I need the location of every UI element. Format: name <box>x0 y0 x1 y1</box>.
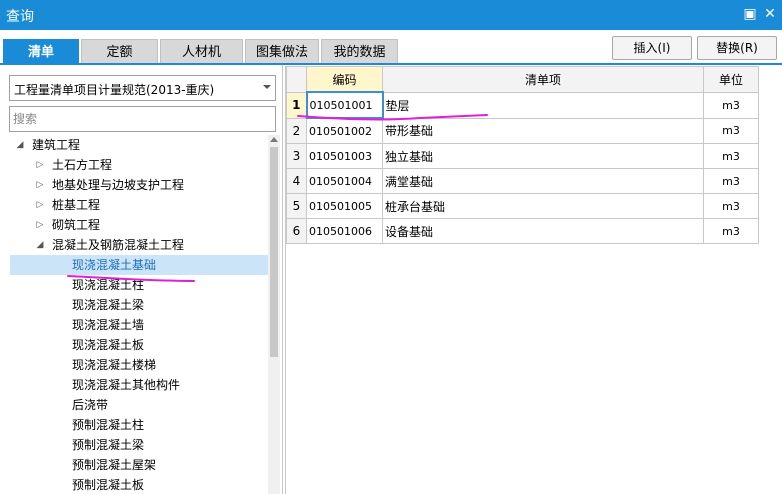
tab-wodeshuju[interactable]: 我的数据 <box>321 39 398 64</box>
tree-node-label: 现浇混凝土基础 <box>72 258 157 272</box>
insert-button[interactable]: 插入(I) <box>612 36 692 60</box>
tree-node[interactable]: 预制混凝土梁 <box>10 435 268 455</box>
code-cell[interactable]: 010501005 <box>306 193 383 219</box>
code-cell[interactable]: 010501003 <box>306 143 383 169</box>
unit-cell[interactable]: m3 <box>703 91 759 119</box>
item-cell[interactable]: 满堂基础 <box>382 168 704 194</box>
unit-cell[interactable]: m3 <box>703 218 759 244</box>
tree-node-label: 土石方工程 <box>52 158 113 172</box>
tree-node[interactable]: ▷ 桩基工程 <box>10 195 268 215</box>
title-bar: 查询 ▣ ✕ <box>0 0 782 30</box>
tree-node-label: 预制混凝土柱 <box>72 418 145 432</box>
collapsed-arrow-icon[interactable]: ▷ <box>35 155 45 175</box>
tree-node[interactable]: ◢ 混凝土及钢筋混凝土工程 <box>10 235 268 255</box>
unit-cell[interactable]: m3 <box>703 117 759 144</box>
item-cell[interactable]: 设备基础 <box>382 218 704 244</box>
table-row[interactable]: 3 010501003 独立基础 m3 <box>286 143 759 169</box>
tree-node[interactable]: 预制混凝土柱 <box>10 415 268 435</box>
results-table: 编码 清单项 单位 1 010501001 垫层 m3 2 010501002 带形基础 m3… <box>286 66 759 244</box>
row-number[interactable]: 5 <box>286 193 307 219</box>
item-column-header[interactable]: 清单项 <box>382 66 704 93</box>
tree-node[interactable]: ◢ 建筑工程 <box>10 135 268 155</box>
tree-node[interactable]: 预制混凝土板 <box>10 475 268 494</box>
table-row[interactable]: 2 010501002 带形基础 m3 <box>286 117 759 144</box>
tab-qingdan[interactable]: 清单 <box>3 39 79 64</box>
tree-node-label: 混凝土及钢筋混凝土工程 <box>52 238 185 252</box>
code-cell[interactable]: 010501001 <box>305 91 384 119</box>
spec-select[interactable]: 工程量清单项目计量规范(2013-重庆) <box>9 75 276 101</box>
table-row[interactable]: 4 010501004 满堂基础 m3 <box>286 168 759 194</box>
results-grid: 编码 清单项 单位 1 010501001 垫层 m3 2 010501002 带形基础 m3… <box>285 66 782 494</box>
code-cell[interactable]: 010501002 <box>306 117 383 144</box>
collapsed-arrow-icon[interactable]: ▷ <box>35 195 45 215</box>
row-number[interactable]: 2 <box>286 117 307 144</box>
table-row[interactable]: 6 010501006 设备基础 m3 <box>286 218 759 244</box>
tree-node[interactable]: 现浇混凝土其他构件 <box>10 375 268 395</box>
code-cell[interactable]: 010501004 <box>306 168 383 194</box>
tree-node-label: 现浇混凝土柱 <box>72 278 145 292</box>
tree-node-label: 地基处理与边坡支护工程 <box>52 178 185 192</box>
unit-cell[interactable]: m3 <box>703 143 759 169</box>
rownum-header <box>286 66 307 93</box>
item-cell[interactable]: 垫层 <box>382 91 704 119</box>
unit-cell[interactable]: m3 <box>703 193 759 219</box>
collapsed-arrow-icon[interactable]: ▷ <box>35 215 45 235</box>
tab-dinge[interactable]: 定额 <box>81 39 158 64</box>
row-number[interactable]: 4 <box>286 168 307 194</box>
tree-node[interactable]: 预制混凝土屋架 <box>10 455 268 475</box>
close-icon[interactable]: ✕ <box>760 4 780 24</box>
tree-node[interactable]: 现浇混凝土柱 <box>10 275 268 295</box>
table-row[interactable]: 5 010501005 桩承台基础 m3 <box>286 193 759 219</box>
header-row: 编码 清单项 单位 <box>286 66 759 93</box>
search-input[interactable] <box>9 106 276 132</box>
tree-node[interactable]: 现浇混凝土板 <box>10 335 268 355</box>
chevron-down-icon <box>263 85 271 89</box>
category-tree: ◢ 建筑工程 ▷ 土石方工程 ▷ 地基处理与边坡支护工程 ▷ 桩基工程 ▷ 砌筑工程 ◢ 混凝土及钢筋… <box>0 135 268 494</box>
restore-icon[interactable]: ▣ <box>740 4 760 24</box>
tree-node[interactable]: 后浇带 <box>10 395 268 415</box>
row-number[interactable]: 6 <box>286 218 307 244</box>
tree-node-label: 现浇混凝土其他构件 <box>72 378 181 392</box>
row-number[interactable]: 1 <box>286 91 307 119</box>
tree-node-label: 后浇带 <box>72 398 109 412</box>
tree-node[interactable]: 现浇混凝土梁 <box>10 295 268 315</box>
collapsed-arrow-icon[interactable]: ▷ <box>35 175 45 195</box>
tree-node[interactable]: 现浇混凝土楼梯 <box>10 355 268 375</box>
scroll-up-icon[interactable] <box>270 137 278 142</box>
expanded-arrow-icon[interactable]: ◢ <box>35 235 45 255</box>
tree-node[interactable]: ▷ 砌筑工程 <box>10 215 268 235</box>
tree-node-label: 现浇混凝土梁 <box>72 298 145 312</box>
expanded-arrow-icon[interactable]: ◢ <box>15 135 25 155</box>
tree-node-label: 现浇混凝土板 <box>72 338 145 352</box>
tree-node-label: 预制混凝土屋架 <box>72 458 157 472</box>
scrollbar-thumb[interactable] <box>270 147 278 357</box>
tree-node[interactable]: ▷ 地基处理与边坡支护工程 <box>10 175 268 195</box>
row-number[interactable]: 3 <box>286 143 307 169</box>
tree-node-label: 桩基工程 <box>52 198 101 212</box>
tree-node-label: 现浇混凝土墙 <box>72 318 145 332</box>
tab-rencaiji[interactable]: 人材机 <box>160 39 243 64</box>
tree-node-label: 现浇混凝土楼梯 <box>72 358 157 372</box>
tab-tujizuofa[interactable]: 图集做法 <box>245 39 319 64</box>
item-cell[interactable]: 桩承台基础 <box>382 193 704 219</box>
tree-node[interactable]: ▷ 土石方工程 <box>10 155 268 175</box>
table-row[interactable]: 1 010501001 垫层 m3 <box>286 91 759 119</box>
item-cell[interactable]: 带形基础 <box>382 117 704 144</box>
left-panel: 工程量清单项目计量规范(2013-重庆) ◢ 建筑工程 ▷ 土石方工程 ▷ 地基处理与边坡… <box>0 65 283 494</box>
item-cell[interactable]: 独立基础 <box>382 143 704 169</box>
tree-node-label: 建筑工程 <box>32 138 81 152</box>
tree-node-label: 预制混凝土梁 <box>72 438 145 452</box>
tree-node[interactable]: 现浇混凝土基础 <box>10 255 268 275</box>
unit-cell[interactable]: m3 <box>703 168 759 194</box>
replace-button[interactable]: 替换(R) <box>697 36 777 60</box>
tree-node-label: 预制混凝土板 <box>72 478 145 492</box>
unit-column-header[interactable]: 单位 <box>703 66 759 93</box>
tree-node-label: 砌筑工程 <box>52 218 101 232</box>
spec-select-value: 工程量清单项目计量规范(2013-重庆) <box>14 83 215 97</box>
code-cell[interactable]: 010501006 <box>306 218 383 244</box>
window-title: 查询 <box>6 9 34 25</box>
tree-scrollbar[interactable] <box>268 135 280 494</box>
tree-node[interactable]: 现浇混凝土墙 <box>10 315 268 335</box>
code-column-header[interactable]: 编码 <box>306 66 383 93</box>
